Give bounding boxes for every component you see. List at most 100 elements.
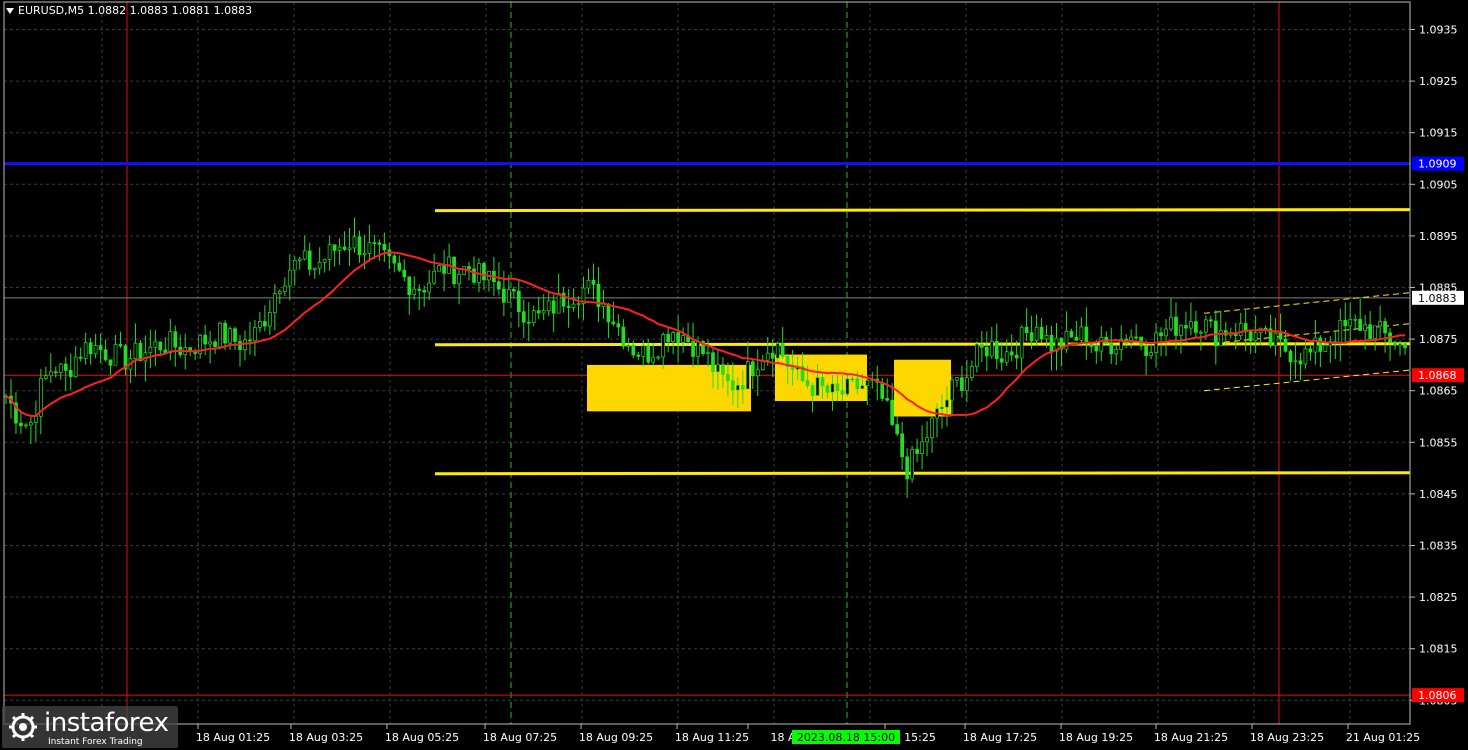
signal-zones	[587, 354, 951, 417]
candle-body	[292, 260, 297, 271]
candle-body	[895, 424, 900, 435]
candle-body	[1184, 325, 1188, 329]
channel-line	[434, 471, 1411, 476]
candle-body	[412, 288, 417, 296]
candle-body	[73, 356, 78, 378]
candle-body	[392, 255, 397, 264]
candle-body	[53, 371, 58, 374]
candle-body	[103, 349, 108, 361]
candle-body	[143, 352, 148, 362]
candle-body	[1014, 354, 1019, 359]
candle-body	[332, 244, 337, 251]
candle-body	[1293, 360, 1298, 363]
price-label: 1.0909	[1418, 158, 1457, 171]
candle-body	[546, 300, 551, 312]
x-tick-label: 18 Aug 11:25	[675, 731, 749, 744]
candle-body	[770, 352, 775, 359]
x-tick-label: 18 Aug 21:25	[1154, 731, 1228, 744]
candle-body	[1009, 351, 1014, 356]
candle-body	[1363, 324, 1368, 331]
candle-body	[1283, 338, 1288, 352]
x-highlight-label: 2023.08.18 15:00	[797, 731, 895, 744]
candle-body	[855, 378, 860, 390]
candle-body	[24, 424, 28, 427]
candle-body	[263, 321, 267, 327]
candle-body	[1149, 352, 1153, 356]
candle-body	[641, 345, 646, 357]
candle-body	[452, 256, 456, 285]
dropdown-triangle-icon[interactable]	[6, 8, 14, 14]
candle-body	[1368, 324, 1372, 339]
candle-body	[1288, 350, 1293, 363]
candle-body	[1348, 318, 1353, 327]
candle-body	[745, 361, 750, 390]
candle-body	[706, 352, 710, 355]
candle-body	[1323, 344, 1328, 352]
gear-icon	[9, 713, 37, 741]
candle-body	[362, 253, 367, 256]
candle-body	[1109, 343, 1114, 355]
candle-body	[626, 344, 631, 347]
candle-body	[716, 364, 720, 373]
candle-body	[158, 341, 163, 351]
candle-body	[258, 321, 262, 328]
candle-body	[173, 331, 178, 348]
candle-body	[317, 261, 322, 269]
candle-body	[925, 437, 929, 443]
candle-body	[1169, 316, 1173, 330]
candle-body	[651, 356, 656, 363]
candle-body	[1208, 319, 1213, 322]
y-tick-label: 1.0835	[1419, 540, 1458, 553]
candle-body	[900, 433, 905, 458]
candle-body	[1069, 331, 1074, 338]
price-chart[interactable]: 1.09351.09251.09151.09051.08951.08851.08…	[0, 0, 1468, 750]
candle-body	[457, 274, 461, 285]
candle-body	[571, 303, 576, 308]
candle-body	[830, 383, 835, 393]
candle-body	[631, 344, 636, 356]
candle-body	[970, 366, 974, 378]
x-tick-label: 15:25	[904, 731, 936, 744]
candle-body	[1278, 332, 1283, 340]
candle-body	[566, 305, 571, 308]
candle-body	[1303, 348, 1308, 365]
candle-body	[805, 380, 810, 386]
candle-body	[1039, 326, 1044, 340]
candle-body	[1298, 360, 1303, 365]
candle-body	[681, 335, 685, 343]
candle-body	[98, 345, 103, 350]
candle-body	[860, 385, 865, 390]
x-tick-label: 21 Aug 01:25	[1346, 731, 1420, 744]
y-tick-label: 1.0895	[1419, 230, 1458, 243]
candle-body	[1134, 336, 1139, 339]
candle-body	[526, 321, 531, 324]
candle-body	[223, 322, 227, 344]
candle-body	[521, 311, 526, 323]
candle-body	[342, 246, 347, 250]
candle-body	[282, 285, 287, 292]
candle-body	[233, 328, 237, 342]
signal-zone	[587, 364, 751, 412]
candle-body	[78, 356, 83, 359]
candle-body	[691, 341, 695, 357]
candle-body	[591, 279, 596, 285]
candle-body	[765, 352, 770, 361]
y-tick-label: 1.0875	[1419, 333, 1458, 346]
candle-body	[920, 441, 924, 454]
candle-body	[243, 339, 247, 351]
candle-body	[312, 267, 317, 270]
candle-body	[63, 363, 68, 371]
candle-body	[208, 341, 212, 345]
candle-body	[825, 385, 830, 393]
candle-body	[890, 399, 895, 425]
candle-body	[1248, 331, 1253, 342]
candle-body	[731, 380, 735, 391]
candle-body	[736, 385, 740, 391]
candle-body	[1019, 326, 1024, 359]
candle-body	[1114, 349, 1119, 355]
candle-body	[999, 358, 1004, 363]
candle-body	[322, 259, 327, 263]
x-tick-label: 18 Aug 17:25	[963, 731, 1037, 744]
y-tick-label: 1.0905	[1419, 178, 1458, 191]
candle-body	[740, 385, 745, 390]
